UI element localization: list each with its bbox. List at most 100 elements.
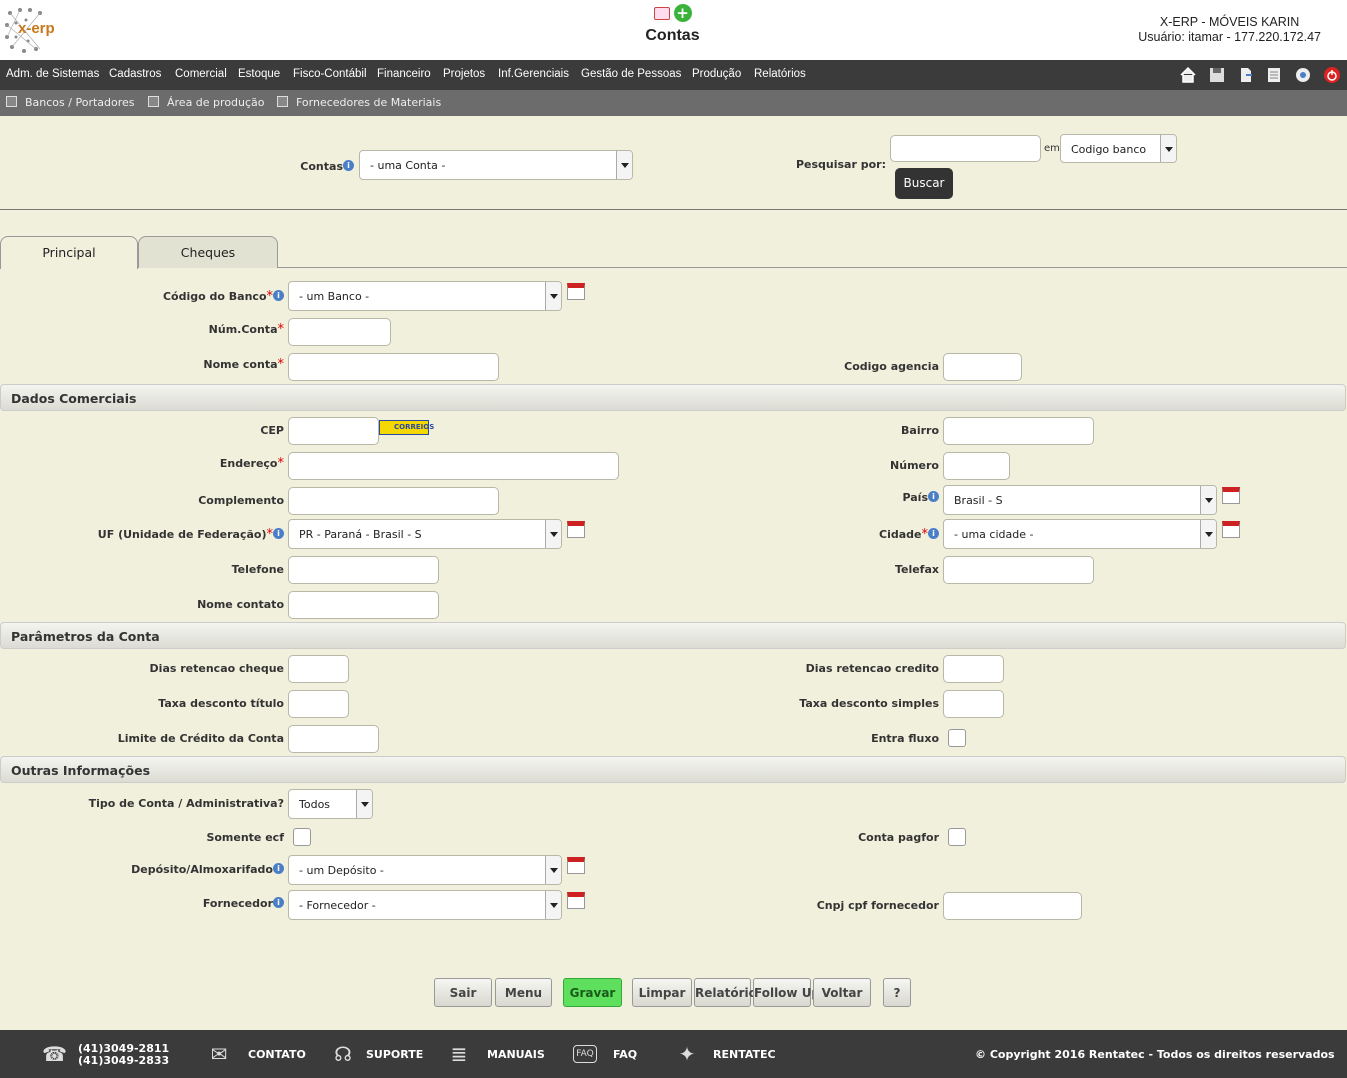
- copyright: © Copyright 2016 Rentatec - Todos os dir…: [975, 1048, 1335, 1061]
- menu-producao[interactable]: Produção: [692, 68, 741, 80]
- voltar-button[interactable]: Voltar: [813, 978, 871, 1007]
- menu-estoque[interactable]: Estoque: [238, 68, 280, 80]
- relatorio-button[interactable]: Relatório: [694, 978, 757, 1007]
- shortcut-bancos[interactable]: Bancos / Portadores: [6, 96, 135, 109]
- menu-adm-sistemas[interactable]: Adm. de Sistemas: [6, 68, 99, 80]
- info-icon[interactable]: i: [273, 863, 284, 874]
- shortcut-area-producao[interactable]: Área de produção: [148, 96, 265, 109]
- contas-select[interactable]: - uma Conta -: [359, 150, 633, 180]
- deposito-select[interactable]: - um Depósito -: [288, 855, 562, 885]
- power-icon[interactable]: [1323, 66, 1341, 84]
- gravar-button[interactable]: Gravar: [563, 978, 622, 1007]
- bairro-input[interactable]: [943, 417, 1094, 445]
- tab-cheques[interactable]: Cheques: [138, 236, 278, 268]
- nome-conta-input[interactable]: [288, 353, 499, 381]
- cidade-select[interactable]: - uma cidade -: [943, 519, 1217, 549]
- endereco-input[interactable]: [288, 452, 619, 480]
- calendar-icon[interactable]: [567, 892, 585, 909]
- help-button[interactable]: ?: [883, 978, 911, 1007]
- section-dados-comerciais[interactable]: Dados Comerciais: [0, 384, 1346, 411]
- save-icon[interactable]: [1208, 66, 1226, 84]
- bairro-label: Bairro: [901, 424, 939, 437]
- fornecedor-select[interactable]: - Fornecedor -: [288, 890, 562, 920]
- telefone-input[interactable]: [288, 556, 439, 584]
- divider: [0, 209, 1347, 210]
- calendar-icon[interactable]: [567, 521, 585, 538]
- info-icon[interactable]: i: [273, 290, 284, 301]
- follow-up-button[interactable]: Follow Up: [753, 978, 820, 1007]
- shortcut-label: Bancos / Portadores: [25, 96, 135, 109]
- document-icon[interactable]: [1237, 66, 1255, 84]
- buscar-button[interactable]: Buscar: [895, 168, 953, 199]
- fornecedor-label: Fornecedor i: [100, 897, 284, 910]
- nome-conta-label: Nome conta*: [100, 357, 284, 372]
- conta-pagfor-checkbox[interactable]: [948, 828, 966, 846]
- uf-select[interactable]: PR - Paraná - Brasil - S: [288, 519, 562, 549]
- telefax-input[interactable]: [943, 556, 1094, 584]
- pais-select[interactable]: Brasil - S: [943, 485, 1217, 515]
- num-conta-input[interactable]: [288, 318, 391, 346]
- help-icon[interactable]: [1294, 66, 1312, 84]
- label-text: Cidade: [879, 528, 922, 541]
- notes-icon[interactable]: [1265, 66, 1283, 84]
- info-icon[interactable]: i: [273, 528, 284, 539]
- menu-comercial[interactable]: Comercial: [175, 68, 227, 80]
- section-parametros[interactable]: Parâmetros da Conta: [0, 622, 1346, 649]
- label-text: Núm.Conta: [208, 323, 278, 336]
- dias-credito-input[interactable]: [943, 655, 1004, 683]
- somente-ecf-checkbox[interactable]: [293, 828, 311, 846]
- dias-cheque-input[interactable]: [288, 655, 349, 683]
- entra-fluxo-checkbox[interactable]: [948, 729, 966, 747]
- faq-link[interactable]: FAQ: [613, 1048, 637, 1061]
- add-icon[interactable]: +: [673, 4, 692, 22]
- codigo-banco-select[interactable]: - um Banco -: [288, 281, 562, 311]
- search-input[interactable]: [890, 135, 1041, 162]
- menu-gestao-pessoas[interactable]: Gestão de Pessoas: [581, 68, 681, 80]
- tipo-conta-select[interactable]: Todos: [288, 789, 373, 819]
- menu-button[interactable]: Menu: [495, 978, 552, 1007]
- limite-credito-input[interactable]: [288, 725, 379, 753]
- tab-principal[interactable]: Principal: [0, 236, 138, 269]
- cep-input[interactable]: [288, 417, 379, 445]
- manuais-link[interactable]: MANUAIS: [487, 1048, 545, 1061]
- codigo-agencia-input[interactable]: [943, 353, 1022, 381]
- contato-link[interactable]: CONTATO: [248, 1048, 306, 1061]
- sair-button[interactable]: Sair: [434, 978, 492, 1007]
- shortcut-fornecedores[interactable]: Fornecedores de Materiais: [277, 96, 441, 109]
- em-label: em: [1044, 143, 1060, 154]
- taxa-titulo-input[interactable]: [288, 690, 349, 718]
- nome-contato-input[interactable]: [288, 591, 439, 619]
- menu-financeiro[interactable]: Financeiro: [377, 68, 431, 80]
- company-info: X-ERP - MÓVEIS KARIN Usuário: itamar - 1…: [1138, 15, 1321, 45]
- menu-relatorios[interactable]: Relatórios: [754, 68, 806, 80]
- menu-inf-gerenciais[interactable]: Inf.Gerenciais: [498, 68, 569, 80]
- section-outras-informacoes[interactable]: Outras Informações: [0, 756, 1346, 783]
- menu-cadastros[interactable]: Cadastros: [109, 68, 161, 80]
- search-field-select[interactable]: Codigo banco: [1060, 134, 1177, 163]
- menu-projetos[interactable]: Projetos: [443, 68, 485, 80]
- calendar-icon[interactable]: [1222, 521, 1240, 538]
- suporte-link[interactable]: SUPORTE: [366, 1048, 423, 1061]
- menu-fisco-contabil[interactable]: Fisco-Contábil: [293, 68, 367, 80]
- numero-input[interactable]: [943, 452, 1010, 480]
- rentatec-link[interactable]: RENTATEC: [713, 1048, 776, 1061]
- info-icon[interactable]: i: [273, 897, 284, 908]
- info-icon[interactable]: i: [928, 491, 939, 502]
- info-icon[interactable]: i: [928, 528, 939, 539]
- cnpj-input[interactable]: [943, 892, 1082, 920]
- report-icon[interactable]: [654, 6, 670, 20]
- complemento-input[interactable]: [288, 487, 499, 515]
- calendar-icon[interactable]: [1222, 487, 1240, 504]
- taxa-simples-input[interactable]: [943, 690, 1004, 718]
- header: x-erp + Contas X-ERP - MÓVEIS KARIN Usuá…: [0, 0, 1347, 60]
- calendar-icon[interactable]: [567, 857, 585, 874]
- select-value: Brasil - S: [954, 494, 1003, 507]
- telefax-label: Telefax: [894, 563, 939, 576]
- calendar-icon[interactable]: [567, 283, 585, 300]
- taxa-simples-label: Taxa desconto simples: [799, 697, 939, 710]
- home-icon[interactable]: [1179, 66, 1197, 84]
- required-marker: *: [266, 527, 274, 542]
- info-icon[interactable]: i: [343, 160, 354, 171]
- correios-icon[interactable]: CORREIOS: [379, 420, 434, 435]
- limpar-button[interactable]: Limpar: [632, 978, 692, 1007]
